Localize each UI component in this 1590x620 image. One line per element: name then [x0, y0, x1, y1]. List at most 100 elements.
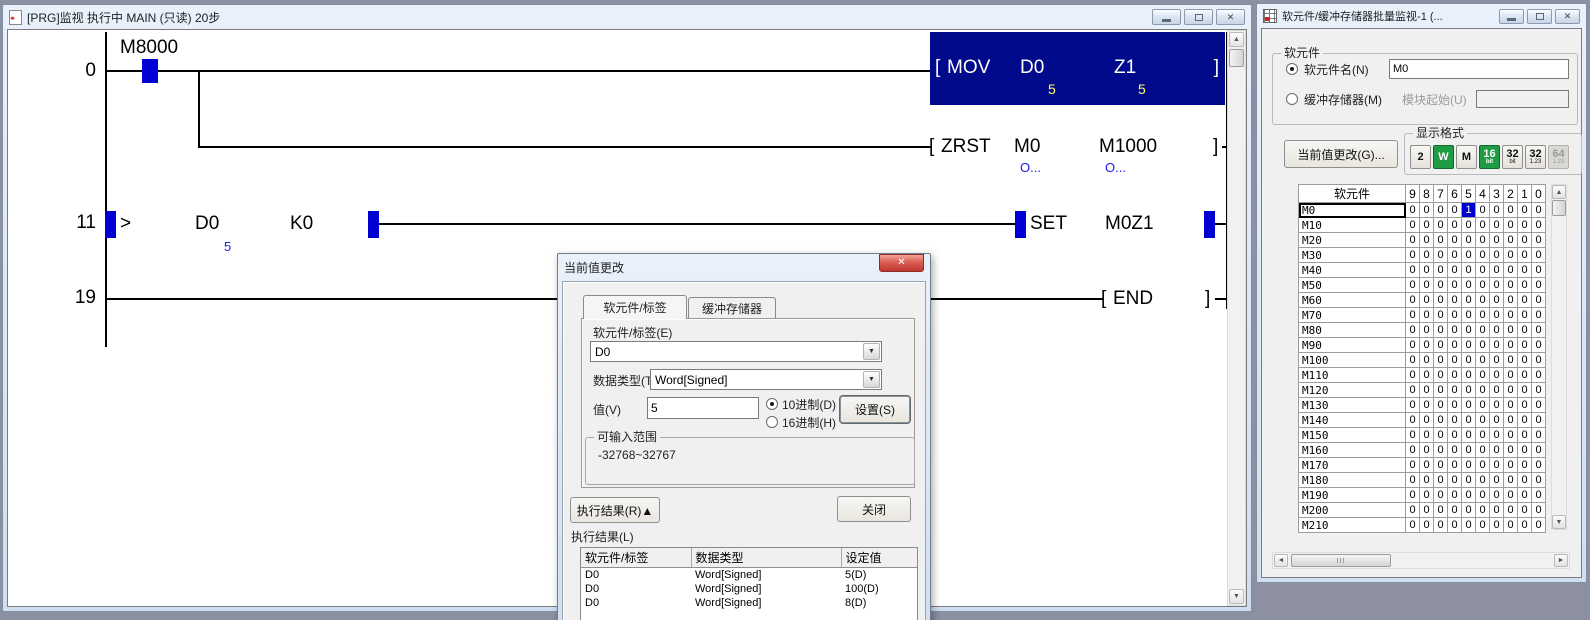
- bit-value-cell[interactable]: 0: [1462, 443, 1476, 458]
- device-name-cell[interactable]: M130: [1299, 398, 1406, 413]
- set-close-bracket-on[interactable]: [1204, 211, 1215, 238]
- bit-value-cell[interactable]: 0: [1518, 218, 1532, 233]
- bit-value-cell[interactable]: 0: [1490, 248, 1504, 263]
- bit-value-cell[interactable]: 0: [1406, 413, 1420, 428]
- bit-value-cell[interactable]: 0: [1406, 518, 1420, 533]
- format-button-W[interactable]: W: [1433, 145, 1454, 169]
- bit-value-cell[interactable]: 0: [1434, 308, 1448, 323]
- scroll-down-button[interactable]: ▼: [1229, 589, 1244, 604]
- bit-value-cell[interactable]: 1: [1462, 203, 1476, 218]
- bit-value-cell[interactable]: 0: [1476, 338, 1490, 353]
- zrst-opcode[interactable]: ZRST: [941, 137, 991, 156]
- bit-value-cell[interactable]: 0: [1448, 413, 1462, 428]
- bit-value-cell[interactable]: 0: [1448, 428, 1462, 443]
- device-name-cell[interactable]: M40: [1299, 263, 1406, 278]
- scroll-right-button[interactable]: ►: [1554, 554, 1568, 567]
- scroll-thumb[interactable]: [1552, 200, 1566, 216]
- bit-value-cell[interactable]: 0: [1490, 353, 1504, 368]
- device-name-radio[interactable]: [1286, 63, 1298, 75]
- bit-value-cell[interactable]: 0: [1490, 443, 1504, 458]
- hex-radio[interactable]: [766, 416, 778, 428]
- bit-value-cell[interactable]: 0: [1504, 518, 1518, 533]
- bit-value-cell[interactable]: 0: [1462, 368, 1476, 383]
- device-name-cell[interactable]: M180: [1299, 473, 1406, 488]
- bit-value-cell[interactable]: 0: [1406, 428, 1420, 443]
- bit-value-cell[interactable]: 0: [1434, 278, 1448, 293]
- bit-value-cell[interactable]: 0: [1532, 233, 1546, 248]
- bit-value-cell[interactable]: 0: [1448, 293, 1462, 308]
- close-button[interactable]: ✕: [1555, 9, 1580, 24]
- monitor-window-titlebar[interactable]: 软元件/缓冲存储器批量监视-1 (... ✕: [1257, 4, 1586, 28]
- bit-value-cell[interactable]: 0: [1532, 353, 1546, 368]
- bit-value-cell[interactable]: 0: [1448, 473, 1462, 488]
- bit-value-cell[interactable]: 0: [1406, 383, 1420, 398]
- result-row[interactable]: D0Word[Signed]5(D): [581, 568, 918, 583]
- bit-value-cell[interactable]: 0: [1532, 398, 1546, 413]
- bit-value-cell[interactable]: 0: [1518, 503, 1532, 518]
- bit-value-cell[interactable]: 0: [1504, 338, 1518, 353]
- bit-value-cell[interactable]: 0: [1406, 353, 1420, 368]
- bit-value-cell[interactable]: 0: [1434, 203, 1448, 218]
- bit-value-cell[interactable]: 0: [1504, 248, 1518, 263]
- bit-value-cell[interactable]: 0: [1518, 413, 1532, 428]
- bit-value-cell[interactable]: 0: [1476, 233, 1490, 248]
- buffer-memory-radio-label[interactable]: 缓冲存储器(M): [1304, 93, 1382, 107]
- bit-value-cell[interactable]: 0: [1420, 323, 1434, 338]
- bit-value-cell[interactable]: 0: [1406, 293, 1420, 308]
- bit-value-cell[interactable]: 0: [1462, 353, 1476, 368]
- bit-value-cell[interactable]: 0: [1406, 203, 1420, 218]
- bit-value-cell[interactable]: 0: [1420, 383, 1434, 398]
- bit-value-cell[interactable]: 0: [1490, 308, 1504, 323]
- bit-value-cell[interactable]: 0: [1434, 488, 1448, 503]
- bit-value-cell[interactable]: 0: [1406, 248, 1420, 263]
- bit-value-cell[interactable]: 0: [1532, 263, 1546, 278]
- bit-value-cell[interactable]: 0: [1448, 323, 1462, 338]
- bit-value-cell[interactable]: 0: [1476, 518, 1490, 533]
- bit-value-cell[interactable]: 0: [1532, 383, 1546, 398]
- minimize-button[interactable]: [1499, 9, 1524, 24]
- close-button[interactable]: ✕: [1216, 9, 1245, 25]
- bit-value-cell[interactable]: 0: [1448, 278, 1462, 293]
- device-name-radio-label[interactable]: 软元件名(N): [1304, 63, 1369, 77]
- device-name-cell[interactable]: M150: [1299, 428, 1406, 443]
- bit-value-cell[interactable]: 0: [1462, 398, 1476, 413]
- set-button[interactable]: 设置(S): [840, 396, 910, 423]
- bit-value-cell[interactable]: 0: [1504, 308, 1518, 323]
- change-current-value-button[interactable]: 当前值更改(G)...: [1284, 140, 1398, 168]
- bit-value-cell[interactable]: 0: [1504, 263, 1518, 278]
- device-name-cell[interactable]: M10: [1299, 218, 1406, 233]
- ladder-vertical-scrollbar[interactable]: ▲ ▼: [1227, 30, 1246, 606]
- bit-value-cell[interactable]: 0: [1406, 278, 1420, 293]
- bit-value-cell[interactable]: 0: [1462, 308, 1476, 323]
- bit-value-cell[interactable]: 0: [1476, 353, 1490, 368]
- device-name-cell[interactable]: M210: [1299, 518, 1406, 533]
- bit-value-cell[interactable]: 0: [1504, 428, 1518, 443]
- ladder-window-titlebar[interactable]: [PRG]监视 执行中 MAIN (只读) 20步 ✕: [3, 5, 1251, 29]
- bit-value-cell[interactable]: 0: [1448, 488, 1462, 503]
- bit-value-cell[interactable]: 0: [1434, 398, 1448, 413]
- format-button-2[interactable]: 2: [1410, 145, 1431, 169]
- bit-value-cell[interactable]: 0: [1532, 413, 1546, 428]
- result-column-header[interactable]: 数据类型: [691, 548, 841, 568]
- bit-value-cell[interactable]: 0: [1476, 443, 1490, 458]
- bit-value-cell[interactable]: 0: [1420, 428, 1434, 443]
- bit-value-cell[interactable]: 0: [1462, 413, 1476, 428]
- decimal-radio[interactable]: [766, 398, 778, 410]
- bit-value-cell[interactable]: 0: [1518, 278, 1532, 293]
- restore-button[interactable]: [1527, 9, 1552, 24]
- bit-value-cell[interactable]: 0: [1406, 443, 1420, 458]
- bit-value-cell[interactable]: 0: [1420, 458, 1434, 473]
- bit-value-cell[interactable]: 0: [1434, 323, 1448, 338]
- bit-value-cell[interactable]: 0: [1504, 293, 1518, 308]
- table-vertical-scrollbar[interactable]: ▲ ▼: [1551, 184, 1567, 530]
- device-name-cell[interactable]: M200: [1299, 503, 1406, 518]
- device-name-cell[interactable]: M70: [1299, 308, 1406, 323]
- end-opcode[interactable]: END: [1113, 289, 1153, 308]
- contact-m8000-on[interactable]: [142, 59, 158, 83]
- bit-value-cell[interactable]: 0: [1490, 323, 1504, 338]
- bit-value-cell[interactable]: 0: [1532, 338, 1546, 353]
- dialog-titlebar[interactable]: 当前值更改 ✕: [558, 254, 930, 280]
- device-name-cell[interactable]: M170: [1299, 458, 1406, 473]
- bit-value-cell[interactable]: 0: [1462, 248, 1476, 263]
- bit-value-cell[interactable]: 0: [1476, 203, 1490, 218]
